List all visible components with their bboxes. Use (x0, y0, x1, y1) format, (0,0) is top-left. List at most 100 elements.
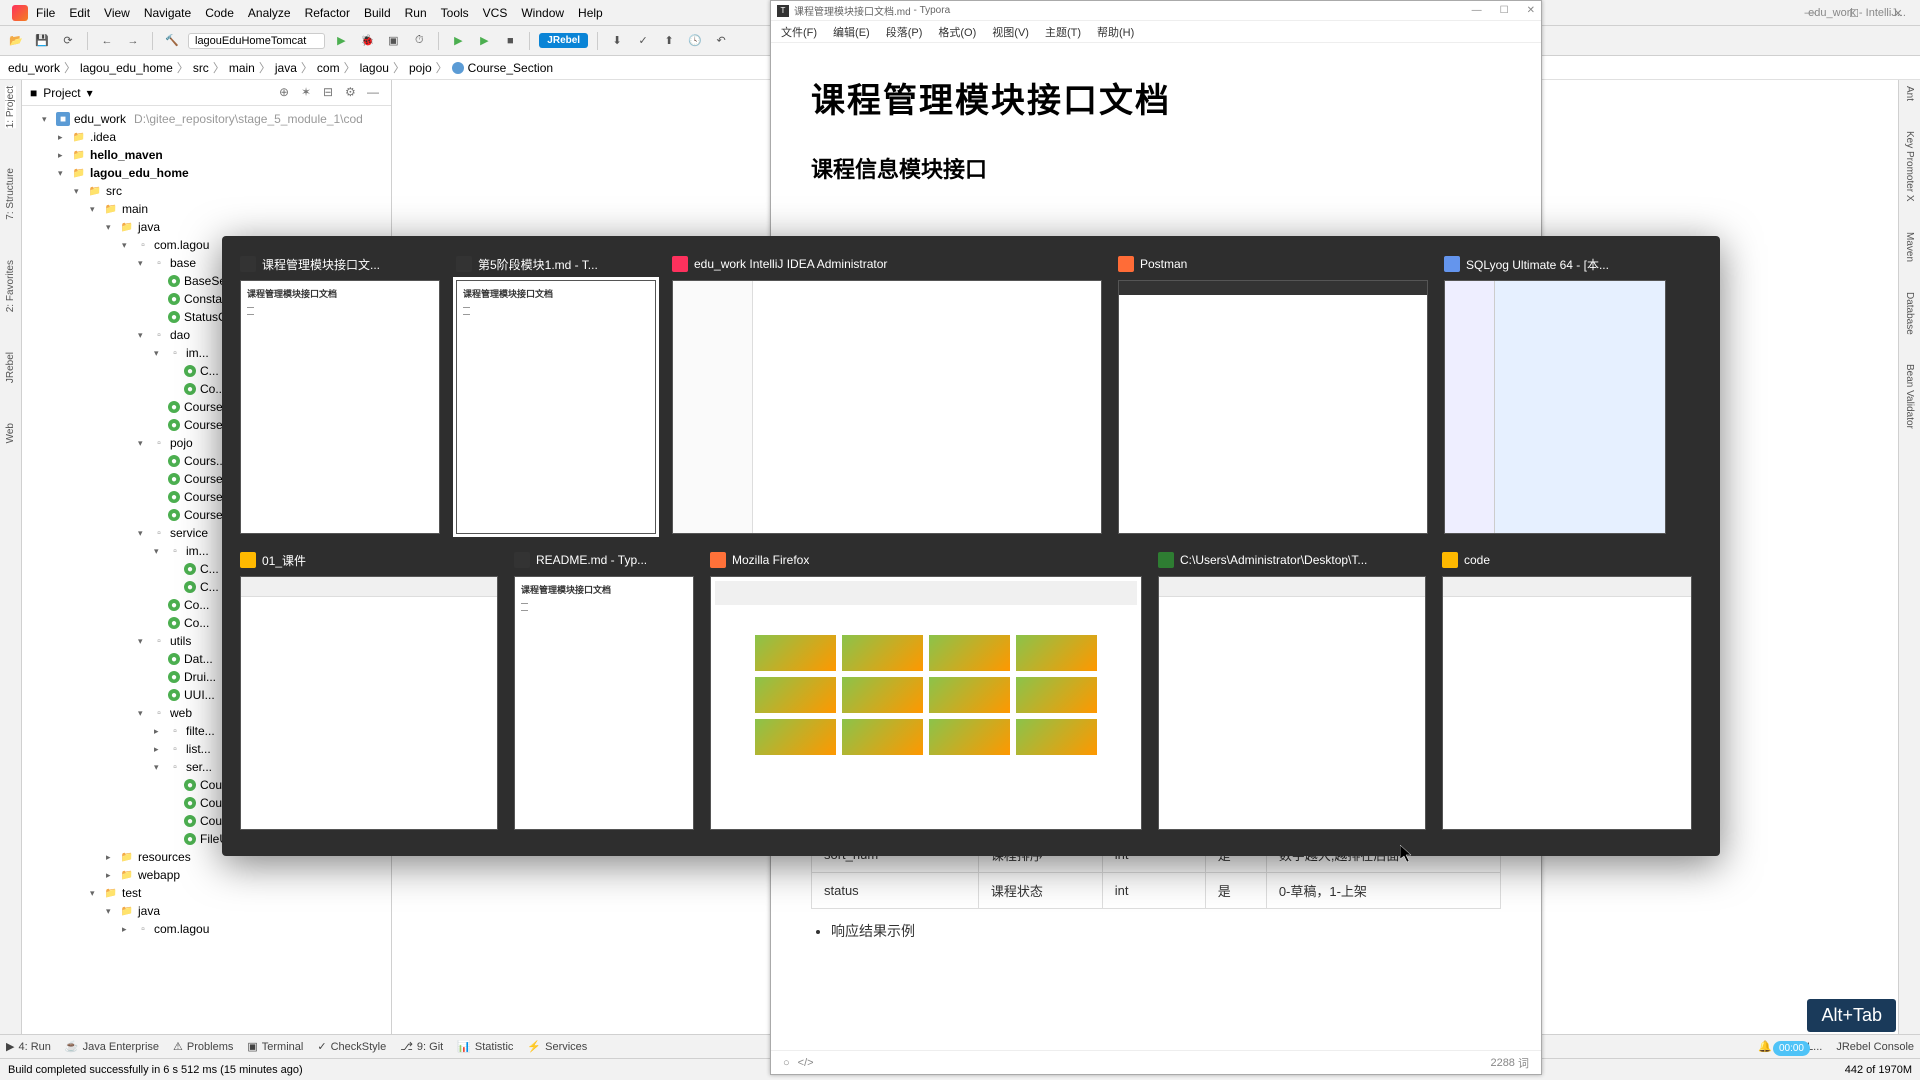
maximize-icon[interactable]: ☐ (1832, 0, 1876, 26)
git-revert-icon[interactable]: ↶ (711, 31, 731, 51)
tree-arrow-icon[interactable]: ▾ (138, 528, 148, 539)
alt-tab-item[interactable]: README.md - Typ...课程管理模块接口文档—— (514, 550, 694, 830)
tab-terminal[interactable]: ▣ Terminal (247, 1040, 303, 1053)
tab-structure[interactable]: 7: Structure (5, 168, 16, 220)
source-mode-icon[interactable]: </> (798, 1057, 814, 1069)
tree-arrow-icon[interactable]: ▾ (138, 258, 148, 269)
hide-icon[interactable]: — (367, 85, 383, 101)
crumb-5[interactable]: com (317, 61, 340, 75)
typora-menu-paragraph[interactable]: 段落(P) (886, 24, 923, 40)
tree-arrow-icon[interactable]: ▾ (138, 330, 148, 341)
menu-edit[interactable]: Edit (69, 6, 90, 20)
stop-icon[interactable]: ■ (500, 31, 520, 51)
tree-arrow-icon[interactable]: ▾ (154, 348, 164, 359)
tree-arrow-icon[interactable]: ▸ (106, 852, 116, 863)
tree-arrow-icon[interactable]: ▾ (90, 204, 100, 215)
tree-row[interactable]: ▾📁java (22, 218, 391, 236)
alt-tab-item[interactable]: Postman (1118, 254, 1428, 534)
typora-menu-format[interactable]: 格式(O) (938, 24, 976, 40)
refresh-icon[interactable]: ⟳ (58, 31, 78, 51)
tree-arrow-icon[interactable]: ▾ (138, 708, 148, 719)
run-config-select[interactable]: lagouEduHomeTomcat (188, 33, 325, 49)
typora-menu-view[interactable]: 视图(V) (992, 24, 1029, 40)
tab-statistic[interactable]: 📊 Statistic (457, 1040, 513, 1053)
tab-java-ee[interactable]: ☕ Java Enterprise (65, 1040, 159, 1053)
tab-key-promoter[interactable]: Key Promoter X (1904, 131, 1915, 202)
tree-row[interactable]: ▸▫com.lagou (22, 920, 391, 938)
tree-arrow-icon[interactable]: ▾ (106, 906, 116, 917)
menu-help[interactable]: Help (578, 6, 603, 20)
expand-icon[interactable]: ✶ (301, 85, 317, 101)
git-commit-icon[interactable]: ✓ (633, 31, 653, 51)
menu-navigate[interactable]: Navigate (144, 6, 191, 20)
tree-arrow-icon[interactable]: ▾ (122, 240, 132, 251)
profile-icon[interactable]: ⏱ (409, 31, 429, 51)
alt-tab-item[interactable]: SQLyog Ultimate 64 - [本... (1444, 254, 1666, 534)
alt-tab-item[interactable]: 课程管理模块接口文...课程管理模块接口文档—— (240, 254, 440, 534)
crumb-4[interactable]: java (275, 61, 297, 75)
typora-menu-edit[interactable]: 编辑(E) (833, 24, 870, 40)
menu-vcs[interactable]: VCS (483, 6, 508, 20)
tab-bean-validator[interactable]: Bean Validator (1904, 364, 1915, 429)
collapse-icon[interactable]: ⊟ (323, 85, 339, 101)
tree-row[interactable]: ▾📁java (22, 902, 391, 920)
alt-tab-item[interactable]: 01_课件 (240, 550, 498, 830)
tree-arrow-icon[interactable]: ▾ (74, 186, 84, 197)
tab-web[interactable]: Web (5, 423, 16, 443)
typora-menu-file[interactable]: 文件(F) (781, 24, 817, 40)
menu-tools[interactable]: Tools (441, 6, 469, 20)
typora-maximize-icon[interactable]: ☐ (1500, 5, 1509, 16)
tab-maven[interactable]: Maven (1904, 232, 1915, 262)
tab-services[interactable]: ⚡ Services (527, 1040, 587, 1053)
tree-arrow-icon[interactable]: ▸ (154, 726, 164, 737)
tree-arrow-icon[interactable]: ▸ (58, 150, 68, 161)
tree-arrow-icon[interactable]: ▸ (122, 924, 132, 935)
menu-code[interactable]: Code (205, 6, 234, 20)
tab-project[interactable]: 1: Project (5, 86, 16, 128)
minimize-icon[interactable]: — (1788, 0, 1832, 26)
run-icon[interactable]: ▶ (331, 31, 351, 51)
open-file-icon[interactable]: 📂 (6, 31, 26, 51)
settings-icon[interactable]: ⚙ (345, 85, 361, 101)
crumb-7[interactable]: pojo (409, 61, 432, 75)
rerun-icon[interactable]: ▶ (448, 31, 468, 51)
git-pull-icon[interactable]: ⬇ (607, 31, 627, 51)
nav-back-icon[interactable]: ← (97, 31, 117, 51)
tree-arrow-icon[interactable]: ▾ (106, 222, 116, 233)
tab-run[interactable]: ▶ 4: Run (6, 1040, 51, 1053)
menu-window[interactable]: Window (521, 6, 564, 20)
outline-toggle-icon[interactable]: ○ (783, 1057, 790, 1069)
tab-ant[interactable]: Ant (1904, 86, 1915, 101)
alt-tab-item[interactable]: code (1442, 550, 1692, 830)
tree-arrow-icon[interactable]: ▾ (90, 888, 100, 899)
jrebel-button[interactable]: JRebel (539, 33, 588, 48)
tab-favorites[interactable]: 2: Favorites (5, 260, 16, 312)
tree-arrow-icon[interactable]: ▾ (138, 438, 148, 449)
menu-view[interactable]: View (104, 6, 130, 20)
tree-arrow-icon[interactable]: ▾ (154, 762, 164, 773)
tree-row[interactable]: ▾📁main (22, 200, 391, 218)
menu-build[interactable]: Build (364, 6, 391, 20)
tab-jrebel-console[interactable]: JRebel Console (1836, 1041, 1914, 1053)
tree-arrow-icon[interactable]: ▾ (154, 546, 164, 557)
menu-refactor[interactable]: Refactor (305, 6, 350, 20)
tree-row[interactable]: ▸📁hello_maven (22, 146, 391, 164)
coverage-icon[interactable]: ▣ (383, 31, 403, 51)
alt-tab-item[interactable]: Mozilla Firefox (710, 550, 1142, 830)
tree-arrow-icon[interactable]: ▾ (42, 114, 52, 125)
crumb-3[interactable]: main (229, 61, 255, 75)
tree-arrow-icon[interactable]: ▸ (58, 132, 68, 143)
menu-file[interactable]: File (36, 6, 55, 20)
typora-minimize-icon[interactable]: — (1472, 5, 1482, 16)
nav-forward-icon[interactable]: → (123, 31, 143, 51)
crumb-2[interactable]: src (193, 61, 209, 75)
typora-menu-theme[interactable]: 主题(T) (1045, 24, 1081, 40)
build-icon[interactable]: 🔨 (162, 31, 182, 51)
memory-indicator[interactable]: 442 of 1970M (1845, 1064, 1912, 1076)
tab-checkstyle[interactable]: ✓ CheckStyle (317, 1040, 386, 1053)
debug-icon[interactable]: 🐞 (357, 31, 377, 51)
tree-arrow-icon[interactable]: ▾ (138, 636, 148, 647)
git-push-icon[interactable]: ⬆ (659, 31, 679, 51)
tree-row[interactable]: ▸📁webapp (22, 866, 391, 884)
alt-tab-item[interactable]: edu_work IntelliJ IDEA Administrator (672, 254, 1102, 534)
